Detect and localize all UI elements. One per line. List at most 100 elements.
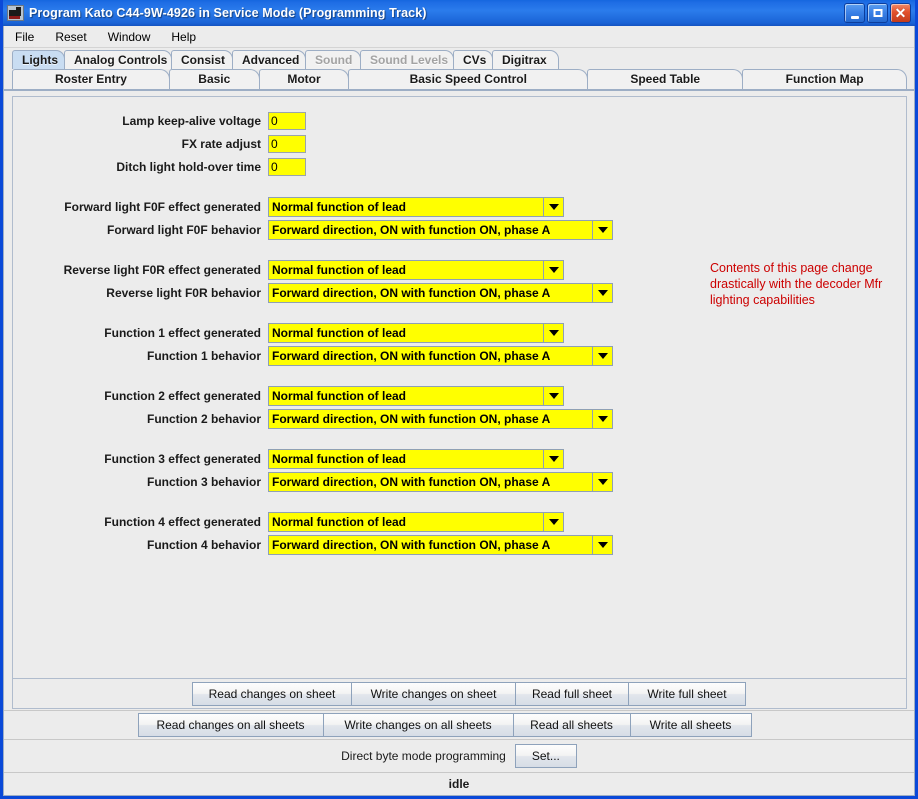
subtab-basic[interactable]: Basic <box>169 69 260 89</box>
tab-digitrax[interactable]: Digitrax <box>492 50 559 69</box>
close-icon: ✕ <box>895 6 907 20</box>
function-2-effect-generated-select[interactable]: Normal function of lead <box>268 386 564 406</box>
fx-rate-adjust-input[interactable]: 0 <box>268 135 306 153</box>
combo-value: Forward direction, ON with function ON, … <box>269 536 593 554</box>
chevron-down-icon[interactable] <box>593 284 612 302</box>
combo-value: Normal function of lead <box>269 450 544 468</box>
chevron-down-icon[interactable] <box>593 473 612 491</box>
chevron-down-icon[interactable] <box>593 410 612 428</box>
form-row: Function 1 effect generatedNormal functi… <box>13 323 906 343</box>
close-button[interactable]: ✕ <box>890 3 911 23</box>
chevron-down-icon[interactable] <box>544 450 563 468</box>
forward-light-f0f-effect-generated-select[interactable]: Normal function of lead <box>268 197 564 217</box>
ditch-light-hold-over-time-input[interactable]: 0 <box>268 158 306 176</box>
lamp-keep-alive-voltage-input[interactable]: 0 <box>268 112 306 130</box>
write-full-sheet-button[interactable]: Write full sheet <box>628 682 746 706</box>
form-row: Function 4 effect generatedNormal functi… <box>13 512 906 532</box>
function-3-behavior-select[interactable]: Forward direction, ON with function ON, … <box>268 472 613 492</box>
write-all-sheets-button[interactable]: Write all sheets <box>630 713 752 737</box>
subtab-roster-entry[interactable]: Roster Entry <box>12 69 170 89</box>
tab-cvs[interactable]: CVs <box>453 50 493 69</box>
write-changes-on-sheet-button[interactable]: Write changes on sheet <box>351 682 516 706</box>
combo-value: Forward direction, ON with function ON, … <box>269 221 593 239</box>
function-4-behavior-select[interactable]: Forward direction, ON with function ON, … <box>268 535 613 555</box>
effect-label: Reverse light F0R effect generated <box>13 263 268 277</box>
secondary-tab-bar: Roster EntryBasicMotorBasic Speed Contro… <box>4 69 914 91</box>
effect-label: Forward light F0F effect generated <box>13 200 268 214</box>
subtab-basic-speed-control[interactable]: Basic Speed Control <box>348 69 588 89</box>
locomotive-icon <box>7 5 24 21</box>
form-row: FX rate adjust0 <box>13 134 906 154</box>
chevron-down-icon[interactable] <box>544 261 563 279</box>
combo-value: Normal function of lead <box>269 261 544 279</box>
forward-light-f0f-behavior-select[interactable]: Forward direction, ON with function ON, … <box>268 220 613 240</box>
function-3-effect-generated-select[interactable]: Normal function of lead <box>268 449 564 469</box>
tab-analog-controls[interactable]: Analog Controls <box>64 50 172 69</box>
combo-value: Normal function of lead <box>269 324 544 342</box>
menu-item-reset[interactable]: Reset <box>51 28 95 46</box>
menu-item-file[interactable]: File <box>11 28 43 46</box>
combo-value: Forward direction, ON with function ON, … <box>269 347 593 365</box>
menu-bar: File Reset Window Help <box>4 26 914 48</box>
window-title: Program Kato C44-9W-4926 in Service Mode… <box>29 6 844 20</box>
function-1-behavior-select[interactable]: Forward direction, ON with function ON, … <box>268 346 613 366</box>
effect-label: Function 4 effect generated <box>13 515 268 529</box>
behavior-label: Reverse light F0R behavior <box>13 286 268 300</box>
maximize-button[interactable] <box>867 3 888 23</box>
subtab-motor[interactable]: Motor <box>259 69 350 89</box>
write-changes-on-all-sheets-button[interactable]: Write changes on all sheets <box>323 713 514 737</box>
read-changes-on-all-sheets-button[interactable]: Read changes on all sheets <box>138 713 324 737</box>
lights-panel: Lamp keep-alive voltage0FX rate adjust0D… <box>12 96 907 679</box>
behavior-label: Function 2 behavior <box>13 412 268 426</box>
sheet-button-bar: Read changes on sheetWrite changes on sh… <box>12 679 907 709</box>
subtab-speed-table[interactable]: Speed Table <box>587 69 743 89</box>
combo-value: Forward direction, ON with function ON, … <box>269 284 593 302</box>
combo-value: Forward direction, ON with function ON, … <box>269 473 593 491</box>
all-sheets-button-bar: Read changes on all sheetsWrite changes … <box>4 710 914 740</box>
menu-item-help[interactable]: Help <box>167 28 205 46</box>
function-4-effect-generated-select[interactable]: Normal function of lead <box>268 512 564 532</box>
chevron-down-icon[interactable] <box>593 221 612 239</box>
form-row: Function 3 effect generatedNormal functi… <box>13 449 906 469</box>
field-label: Ditch light hold-over time <box>13 160 268 174</box>
window-controls: ✕ <box>844 3 913 23</box>
tab-lights[interactable]: Lights <box>12 50 65 69</box>
direct-mode-set-button[interactable]: Set... <box>515 744 577 768</box>
application-window: Program Kato C44-9W-4926 in Service Mode… <box>0 0 918 799</box>
minimize-button[interactable] <box>844 3 865 23</box>
combo-value: Normal function of lead <box>269 387 544 405</box>
read-changes-on-sheet-button[interactable]: Read changes on sheet <box>192 682 352 706</box>
form-row: Function 2 effect generatedNormal functi… <box>13 386 906 406</box>
behavior-label: Forward light F0F behavior <box>13 223 268 237</box>
chevron-down-icon[interactable] <box>593 536 612 554</box>
menu-item-window[interactable]: Window <box>104 28 160 46</box>
chevron-down-icon[interactable] <box>593 347 612 365</box>
form-row: Function 2 behaviorForward direction, ON… <box>13 409 906 429</box>
effect-label: Function 1 effect generated <box>13 326 268 340</box>
read-full-sheet-button[interactable]: Read full sheet <box>515 682 629 706</box>
behavior-label: Function 1 behavior <box>13 349 268 363</box>
field-label: FX rate adjust <box>13 137 268 151</box>
subtab-function-map[interactable]: Function Map <box>742 69 907 89</box>
behavior-label: Function 4 behavior <box>13 538 268 552</box>
function-2-behavior-select[interactable]: Forward direction, ON with function ON, … <box>268 409 613 429</box>
client-area: File Reset Window Help LightsAnalog Control… <box>3 26 915 796</box>
tab-advanced[interactable]: Advanced <box>232 50 306 69</box>
tab-sound: Sound <box>305 50 361 69</box>
decoder-note: Contents of this page change drastically… <box>710 260 905 308</box>
tab-sound-levels: Sound Levels <box>360 50 454 69</box>
tab-consist[interactable]: Consist <box>171 50 233 69</box>
chevron-down-icon[interactable] <box>544 387 563 405</box>
combo-value: Normal function of lead <box>269 513 544 531</box>
reverse-light-f0r-effect-generated-select[interactable]: Normal function of lead <box>268 260 564 280</box>
chevron-down-icon[interactable] <box>544 324 563 342</box>
read-all-sheets-button[interactable]: Read all sheets <box>513 713 631 737</box>
effect-label: Function 3 effect generated <box>13 452 268 466</box>
field-label: Lamp keep-alive voltage <box>13 114 268 128</box>
content-wrapper: Lamp keep-alive voltage0FX rate adjust0D… <box>4 91 914 679</box>
direct-mode-bar: Direct byte mode programming Set... <box>4 740 914 773</box>
chevron-down-icon[interactable] <box>544 198 563 216</box>
chevron-down-icon[interactable] <box>544 513 563 531</box>
function-1-effect-generated-select[interactable]: Normal function of lead <box>268 323 564 343</box>
reverse-light-f0r-behavior-select[interactable]: Forward direction, ON with function ON, … <box>268 283 613 303</box>
